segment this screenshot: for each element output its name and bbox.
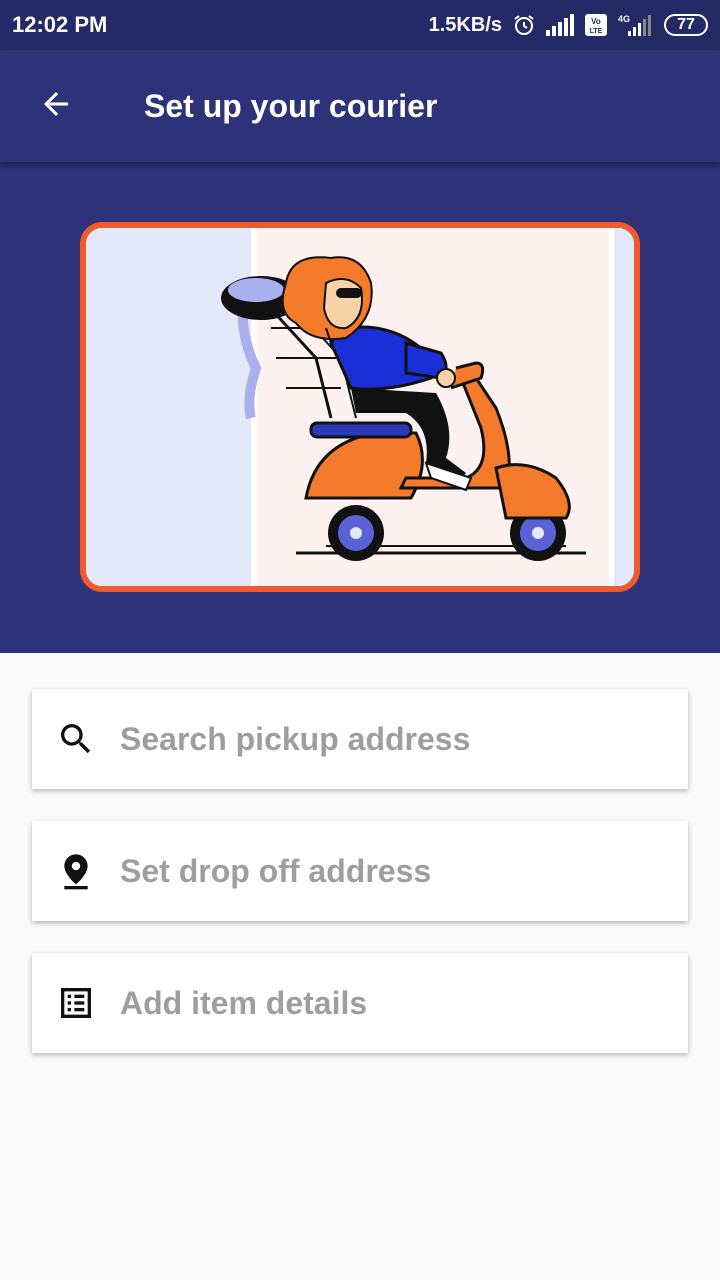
- volte-icon: Vo LTE: [584, 13, 608, 37]
- svg-text:4G: 4G: [618, 14, 630, 24]
- search-icon: [56, 719, 96, 759]
- back-button[interactable]: [20, 70, 92, 142]
- status-icons: 1.5KB/s Vo LTE 4G 77: [429, 13, 708, 37]
- list-details-icon: [56, 983, 96, 1023]
- svg-text:Vo: Vo: [591, 17, 601, 26]
- app-bar: Set up your courier: [0, 50, 720, 162]
- svg-text:LTE: LTE: [590, 28, 603, 35]
- location-pin-icon: [56, 851, 96, 891]
- battery-level: 77: [677, 16, 695, 33]
- hero-section: [0, 162, 720, 653]
- signal-4g-icon: 4G: [618, 13, 654, 37]
- dropoff-address-field[interactable]: Set drop off address: [32, 821, 688, 921]
- content-area: Search pickup address Set drop off addre…: [0, 653, 720, 1280]
- pickup-address-field[interactable]: Search pickup address: [32, 689, 688, 789]
- status-bar: 12:02 PM 1.5KB/s Vo LTE 4G 77: [0, 0, 720, 50]
- hero-image-frame: [80, 222, 640, 592]
- signal-icon: [546, 14, 574, 36]
- courier-scooter-illustration: [86, 228, 634, 586]
- battery-icon: 77: [664, 14, 708, 36]
- status-time: 12:02 PM: [12, 12, 108, 37]
- item-details-field[interactable]: Add item details: [32, 953, 688, 1053]
- arrow-left-icon: [38, 86, 74, 127]
- item-details-placeholder: Add item details: [120, 984, 368, 1021]
- network-speed: 1.5KB/s: [428, 13, 502, 36]
- page-title: Set up your courier: [144, 87, 438, 124]
- alarm-icon: [512, 13, 536, 37]
- pickup-address-placeholder: Search pickup address: [120, 720, 471, 757]
- dropoff-address-placeholder: Set drop off address: [120, 852, 432, 889]
